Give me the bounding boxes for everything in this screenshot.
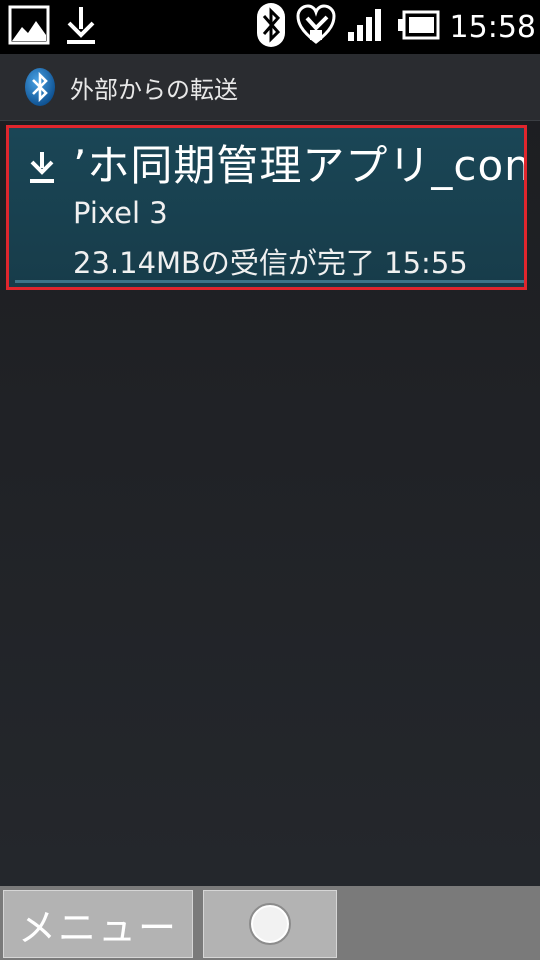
menu-button[interactable]: メニュー [3,890,193,958]
transfer-filename: ’ホ同期管理アプリ_con [73,141,527,190]
download-icon [64,5,98,49]
home-button[interactable] [203,890,337,958]
home-circle-icon [249,903,291,945]
download-icon [27,150,57,184]
bottom-bar: メニュー [0,886,540,960]
transfer-list-item[interactable]: ’ホ同期管理アプリ_con Pixel 3 23.14MBの受信が完了 15:5… [6,125,527,290]
image-icon [8,5,50,49]
status-bar: 15:58 [0,0,540,54]
signal-icon [346,8,386,46]
clock: 15:58 [449,9,536,45]
bluetooth-icon [256,2,286,52]
transfer-device: Pixel 3 [73,196,168,230]
bluetooth-icon [24,67,56,107]
transfer-status: 23.14MBの受信が完了 15:55 [73,246,468,280]
progress-line [15,280,524,283]
heart-care-icon [296,4,336,50]
page-title: 外部からの転送 [70,75,238,104]
title-bar: 外部からの転送 [0,54,540,121]
battery-icon [396,10,440,44]
